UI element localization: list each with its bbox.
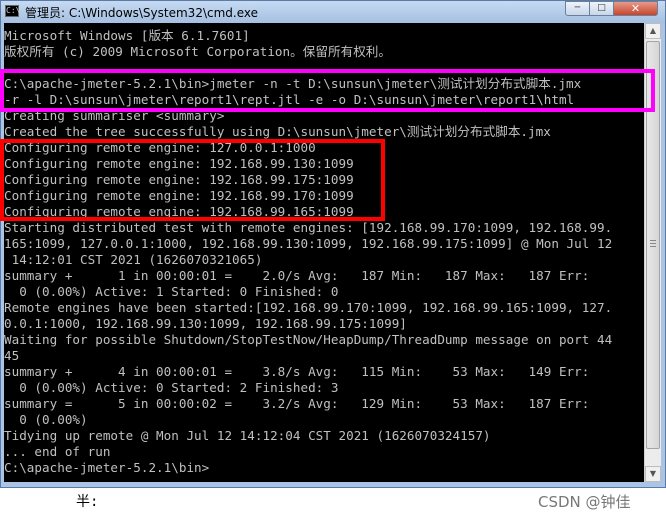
grip-line-icon: [650, 240, 656, 241]
console-line: summary + 1 in 00:00:01 = 2.0/s Avg: 187…: [4, 268, 590, 283]
console-line: 0 (0.00%): [4, 412, 88, 427]
title-bar[interactable]: C:\ 管理员: C:\Windows\System32\cmd.exe ─ □…: [1, 1, 665, 23]
console-line: 165:1099, 127.0.0.1:1000, 192.168.99.130…: [4, 236, 613, 251]
csdn-watermark: CSDN @钟佳: [538, 493, 631, 511]
scroll-down-arrow-icon[interactable]: ▼: [645, 466, 661, 482]
console-line: Waiting for possible Shutdown/StopTestNo…: [4, 332, 613, 347]
console-line: ... end of run: [4, 444, 111, 459]
console-line: Created the tree successfully using D:\s…: [4, 124, 551, 139]
console-line: Remote engines have been started:[192.16…: [4, 300, 613, 315]
window-title: 管理员: C:\Windows\System32\cmd.exe: [25, 6, 258, 20]
close-button[interactable]: ✕: [613, 1, 658, 16]
minimize-button[interactable]: ─: [565, 1, 590, 16]
grip-line-icon: [650, 246, 656, 247]
cmd-app-icon[interactable]: C:\: [5, 5, 20, 17]
console-line: 版权所有 (c) 2009 Microsoft Corporation。保留所有…: [4, 44, 392, 59]
scroll-up-arrow-icon[interactable]: ▲: [645, 23, 661, 39]
console-line: 0.0.1:1000, 192.168.99.130:1099, 192.168…: [4, 316, 407, 331]
console-line: 14:12:01 CST 2021 (1626070321065): [4, 252, 263, 267]
console-line: 45: [4, 348, 20, 363]
remote-engines-highlight-box: [0, 139, 385, 221]
command-highlight-box: [0, 69, 655, 112]
console-line: Microsoft Windows [版本 6.1.7601]: [4, 28, 250, 43]
console-line: 0 (0.00%) Active: 1 Started: 0 Finished:…: [4, 284, 339, 299]
console-line: summary = 5 in 00:00:02 = 3.2/s Avg: 129…: [4, 396, 590, 411]
console-line: summary + 4 in 00:00:01 = 3.8/s Avg: 115…: [4, 364, 590, 379]
console-line: Starting distributed test with remote en…: [4, 220, 613, 235]
console-line: Tidying up remote @ Mon Jul 12 14:12:04 …: [4, 428, 491, 443]
console-line: C:\apache-jmeter-5.2.1\bin>: [4, 460, 210, 475]
below-window-text: 半:: [76, 494, 99, 510]
grip-line-icon: [650, 243, 656, 244]
console-line: 0 (0.00%) Active: 0 Started: 2 Finished:…: [4, 380, 339, 395]
maximize-button[interactable]: □: [589, 1, 614, 16]
